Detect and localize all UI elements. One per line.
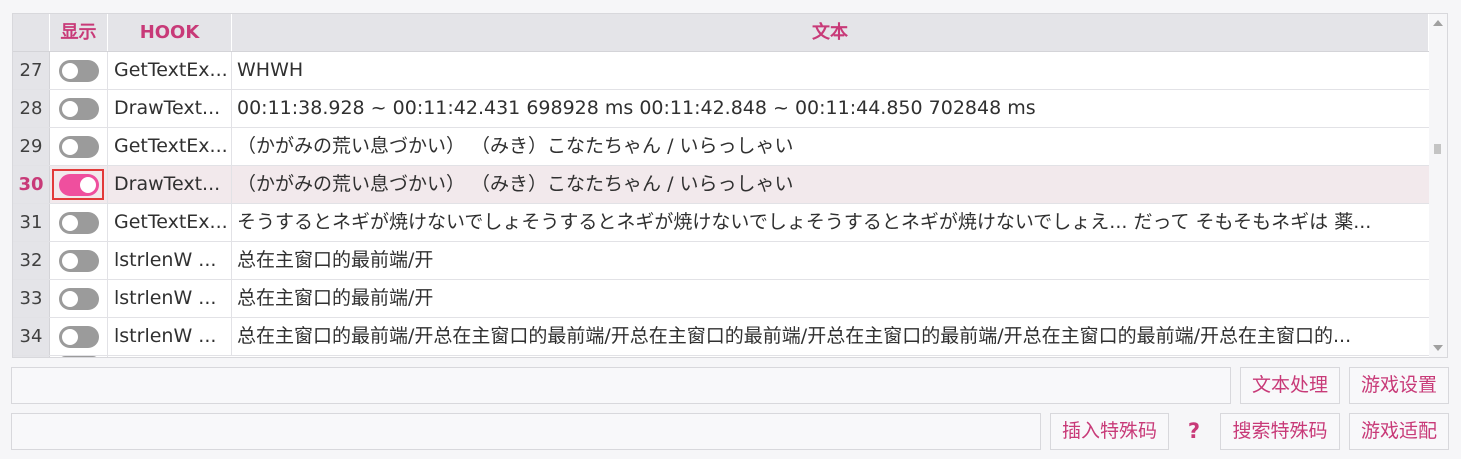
table-row[interactable]: 32 lstrlenW ... 总在主窗口的最前端/开 xyxy=(13,242,1429,280)
hook-text: WHWH xyxy=(237,59,304,81)
row-number: 31 xyxy=(13,204,50,241)
show-toggle[interactable] xyxy=(58,287,99,310)
hook-text: （かがみの荒い息づかい） （みき）こなたちゃん / いらっしゃい xyxy=(237,173,794,195)
table-row-partial xyxy=(13,356,1429,357)
table-row[interactable]: 33 lstrlenW ... 总在主窗口的最前端/开 xyxy=(13,280,1429,318)
hook-text-table: 显示 HOOK 文本 27 GetTextEx... WHWH 28 DrawT… xyxy=(12,13,1448,358)
hook-text: 总在主窗口的最前端/开总在主窗口的最前端/开总在主窗口的最前端/开总在主窗口的最… xyxy=(237,325,1352,347)
text-output-field[interactable] xyxy=(11,367,1231,404)
game-settings-button[interactable]: 游戏设置 xyxy=(1349,367,1449,404)
show-cell xyxy=(50,204,108,241)
table-row[interactable]: 28 DrawText... 00:11:38.928 ~ 00:11:42.4… xyxy=(13,90,1429,128)
hook-name: lstrlenW ... xyxy=(108,242,232,279)
table-row[interactable]: 29 GetTextEx... （かがみの荒い息づかい） （みき）こなたちゃん … xyxy=(13,128,1429,166)
hook-name: lstrlenW ... xyxy=(108,280,232,317)
show-toggle[interactable] xyxy=(58,173,99,196)
row-number: 29 xyxy=(13,128,50,165)
show-toggle[interactable] xyxy=(58,97,99,120)
row-number: 32 xyxy=(13,242,50,279)
row-number: 27 xyxy=(13,52,50,89)
row-number xyxy=(13,356,50,357)
help-icon[interactable]: ? xyxy=(1178,413,1210,450)
insert-special-code-button[interactable]: 插入特殊码 xyxy=(1050,413,1169,450)
show-toggle[interactable] xyxy=(58,59,99,82)
show-cell xyxy=(50,242,108,279)
show-cell xyxy=(50,128,108,165)
show-cell xyxy=(50,166,108,203)
show-toggle[interactable] xyxy=(58,135,99,158)
table-row-selected[interactable]: 30 DrawText... （かがみの荒い息づかい） （みき）こなたちゃん /… xyxy=(13,166,1429,204)
show-cell xyxy=(50,318,108,355)
table-row[interactable]: 31 GetTextEx... そうするとネギが焼けないでしょそうするとネギが焼… xyxy=(13,204,1429,242)
toggle-knob xyxy=(61,100,78,117)
show-toggle[interactable] xyxy=(58,356,99,357)
hook-text: 00:11:38.928 ~ 00:11:42.431 698928 ms 00… xyxy=(237,97,1036,119)
toggle-knob xyxy=(79,176,96,193)
header-show[interactable]: 显示 xyxy=(50,14,108,51)
show-toggle[interactable] xyxy=(58,249,99,272)
game-adapt-button[interactable]: 游戏适配 xyxy=(1349,413,1449,450)
hook-text: （かがみの荒い息づかい） （みき）こなたちゃん / いらっしゃい xyxy=(237,135,794,157)
table-row[interactable]: 34 lstrlenW ... 总在主窗口的最前端/开总在主窗口的最前端/开总在… xyxy=(13,318,1429,356)
show-cell xyxy=(50,52,108,89)
toggle-knob xyxy=(61,290,78,307)
hook-name: GetTextEx... xyxy=(108,52,232,89)
hook-name: DrawText... xyxy=(108,166,232,203)
header-index xyxy=(13,14,50,51)
hook-text: そうするとネギが焼けないでしょそうするとネギが焼けないでしょそうするとネギが焼け… xyxy=(237,211,1372,233)
hook-name: GetTextEx... xyxy=(108,204,232,241)
show-cell xyxy=(50,280,108,317)
toggle-knob xyxy=(61,328,78,345)
toggle-knob xyxy=(61,252,78,269)
hook-text: 总在主窗口的最前端/开 xyxy=(237,287,434,309)
show-cell xyxy=(50,356,108,357)
toggle-knob xyxy=(61,138,78,155)
hook-name: DrawText... xyxy=(108,90,232,127)
table-header: 显示 HOOK 文本 xyxy=(13,14,1429,52)
row-number: 33 xyxy=(13,280,50,317)
header-text[interactable]: 文本 xyxy=(232,14,1429,51)
hook-text: 总在主窗口的最前端/开 xyxy=(237,249,434,271)
scroll-up-arrow-icon[interactable] xyxy=(1433,20,1443,26)
scrollbar-thumb[interactable] xyxy=(1434,144,1441,154)
row-number: 34 xyxy=(13,318,50,355)
table-grid: 显示 HOOK 文本 27 GetTextEx... WHWH 28 DrawT… xyxy=(13,14,1429,357)
row-number: 28 xyxy=(13,90,50,127)
show-toggle[interactable] xyxy=(58,211,99,234)
hook-name: GetTextEx... xyxy=(108,128,232,165)
toggle-knob xyxy=(61,62,78,79)
vertical-scrollbar[interactable] xyxy=(1429,14,1447,357)
scroll-down-arrow-icon[interactable] xyxy=(1433,345,1443,351)
search-special-code-button[interactable]: 搜索特殊码 xyxy=(1220,413,1340,450)
row-number: 30 xyxy=(13,166,50,203)
toggle-knob xyxy=(61,214,78,231)
hook-name: lstrlenW ... xyxy=(108,318,232,355)
show-toggle[interactable] xyxy=(58,325,99,348)
text-processing-button[interactable]: 文本处理 xyxy=(1240,367,1340,404)
show-cell xyxy=(50,90,108,127)
header-hook[interactable]: HOOK xyxy=(108,14,232,51)
table-row[interactable]: 27 GetTextEx... WHWH xyxy=(13,52,1429,90)
special-code-input[interactable] xyxy=(11,413,1041,450)
